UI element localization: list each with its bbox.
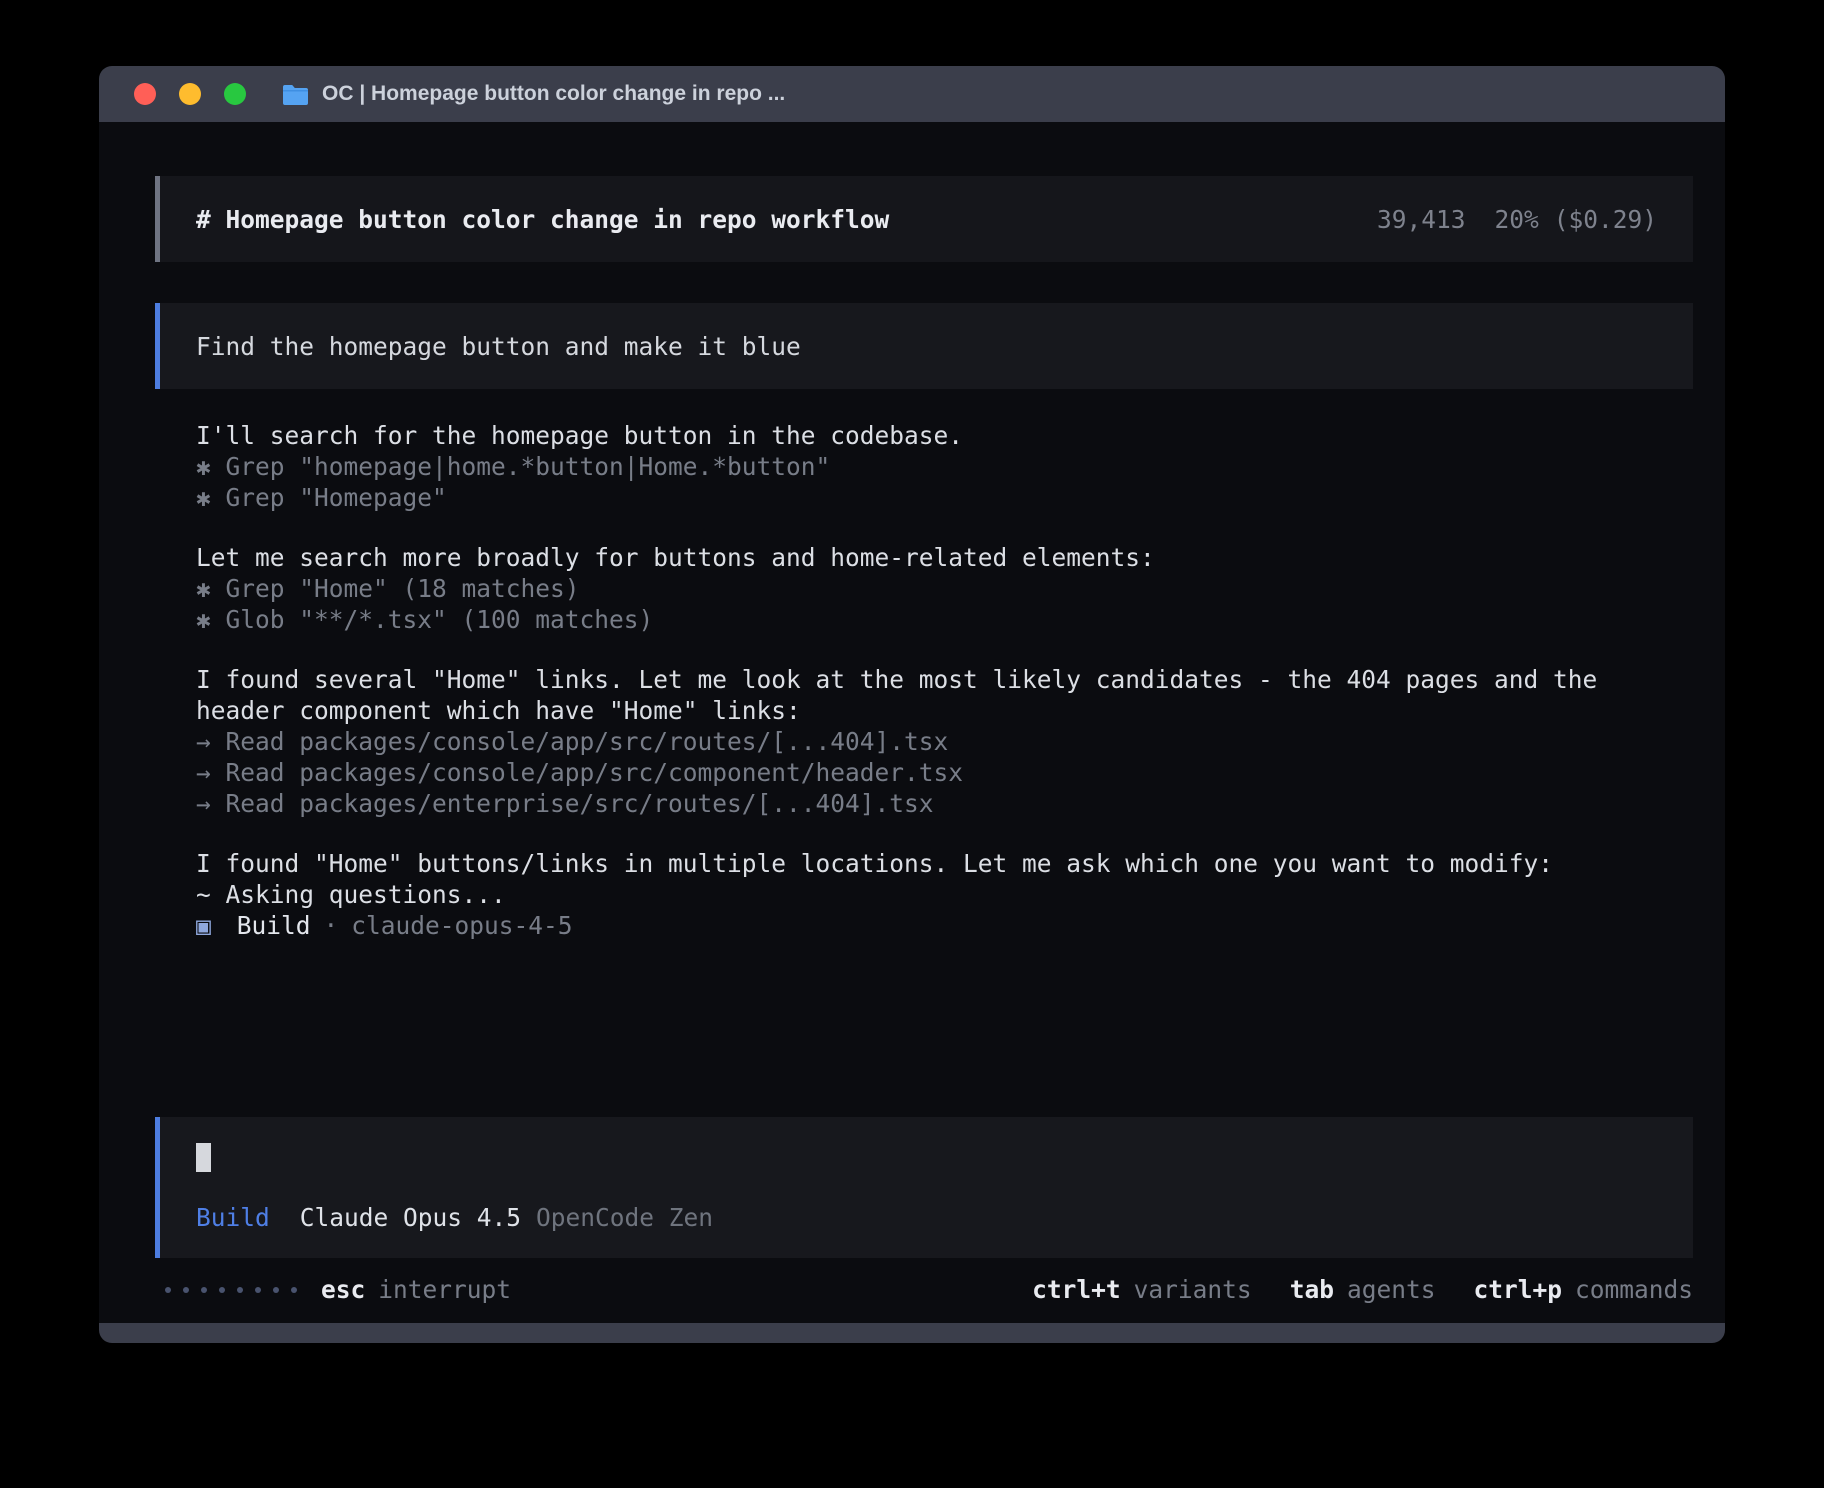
agent-model: claude-opus-4-5 [351,910,572,941]
status-bar-right: ctrl+t variants tab agents ctrl+p comman… [1032,1275,1693,1304]
agent-task-row: ▣ Build · claude-opus-4-5 [196,910,1666,941]
interrupt-label: interrupt [378,1275,511,1304]
assistant-message: I found several "Home" links. Let me loo… [196,664,1666,726]
tool-call-group: → Read packages/console/app/src/routes/[… [196,726,1666,819]
tool-call-grep: ✱ Grep "Home" (18 matches) [196,573,1666,604]
assistant-message: Let me search more broadly for buttons a… [196,542,1666,573]
tool-call-read: → Read packages/console/app/src/componen… [196,757,1666,788]
commands-label: commands [1575,1275,1693,1304]
conversation-transcript: I'll search for the homepage button in t… [196,420,1666,941]
session-header: # Homepage button color change in repo w… [155,176,1693,262]
zoom-button[interactable] [224,83,246,105]
status-bar: esc interrupt ctrl+t variants tab agents… [165,1274,1693,1305]
agent-icon: ▣ [196,910,211,941]
tool-call-group: ✱ Grep "Home" (18 matches) ✱ Glob "**/*.… [196,573,1666,635]
prompt-input[interactable]: Build Claude Opus 4.5 OpenCode Zen [155,1117,1693,1258]
shortcut-commands: ctrl+p commands [1473,1275,1693,1304]
titlebar[interactable]: OC | Homepage button color change in rep… [99,66,1725,122]
window-title-group: OC | Homepage button color change in rep… [282,66,785,122]
terminal-window: OC | Homepage button color change in rep… [99,66,1725,1343]
separator-dot: · [324,910,339,941]
shortcut-agents: tab agents [1290,1275,1436,1304]
close-button[interactable] [134,83,156,105]
agent-name: Build [237,910,311,941]
status-bar-left: esc interrupt [165,1275,511,1304]
user-message-text: Find the homepage button and make it blu… [196,332,801,361]
session-title: # Homepage button color change in repo w… [196,205,889,234]
context-percent: 20% [1494,205,1538,234]
tab-key: tab [1290,1275,1334,1304]
folder-icon [282,84,309,105]
variants-label: variants [1134,1275,1252,1304]
agents-label: agents [1347,1275,1436,1304]
session-cost: ($0.29) [1554,205,1657,234]
ctrl-t-key: ctrl+t [1032,1275,1121,1304]
tool-call-read: → Read packages/console/app/src/routes/[… [196,726,1666,757]
status-line: ~ Asking questions... [196,879,1666,910]
tool-call-glob: ✱ Glob "**/*.tsx" (100 matches) [196,604,1666,635]
token-count: 39,413 [1377,205,1466,234]
tool-call-grep: ✱ Grep "homepage|home.*button|Home.*butt… [196,451,1666,482]
text-cursor [196,1143,211,1172]
esc-key: esc [321,1275,365,1304]
ctrl-p-key: ctrl+p [1473,1275,1562,1304]
tool-call-grep: ✱ Grep "Homepage" [196,482,1666,513]
input-status-row: Build Claude Opus 4.5 OpenCode Zen [196,1203,713,1232]
minimize-button[interactable] [179,83,201,105]
model-name[interactable]: Claude Opus 4.5 [300,1203,521,1232]
terminal-content: # Homepage button color change in repo w… [99,122,1725,1323]
assistant-message: I found "Home" buttons/links in multiple… [196,848,1666,879]
activity-spinner-dots [165,1287,297,1293]
window-title: OC | Homepage button color change in rep… [322,82,785,106]
user-message: Find the homepage button and make it blu… [155,303,1693,389]
provider-name: OpenCode Zen [536,1203,713,1232]
tool-call-group: ✱ Grep "homepage|home.*button|Home.*butt… [196,451,1666,513]
shortcut-interrupt: esc interrupt [321,1275,511,1304]
shortcut-variants: ctrl+t variants [1032,1275,1252,1304]
agent-mode-label[interactable]: Build [196,1203,270,1232]
assistant-message: I'll search for the homepage button in t… [196,420,1666,451]
session-stats: 39,413 20% ($0.29) [1377,205,1657,234]
tool-call-read: → Read packages/enterprise/src/routes/[.… [196,788,1666,819]
